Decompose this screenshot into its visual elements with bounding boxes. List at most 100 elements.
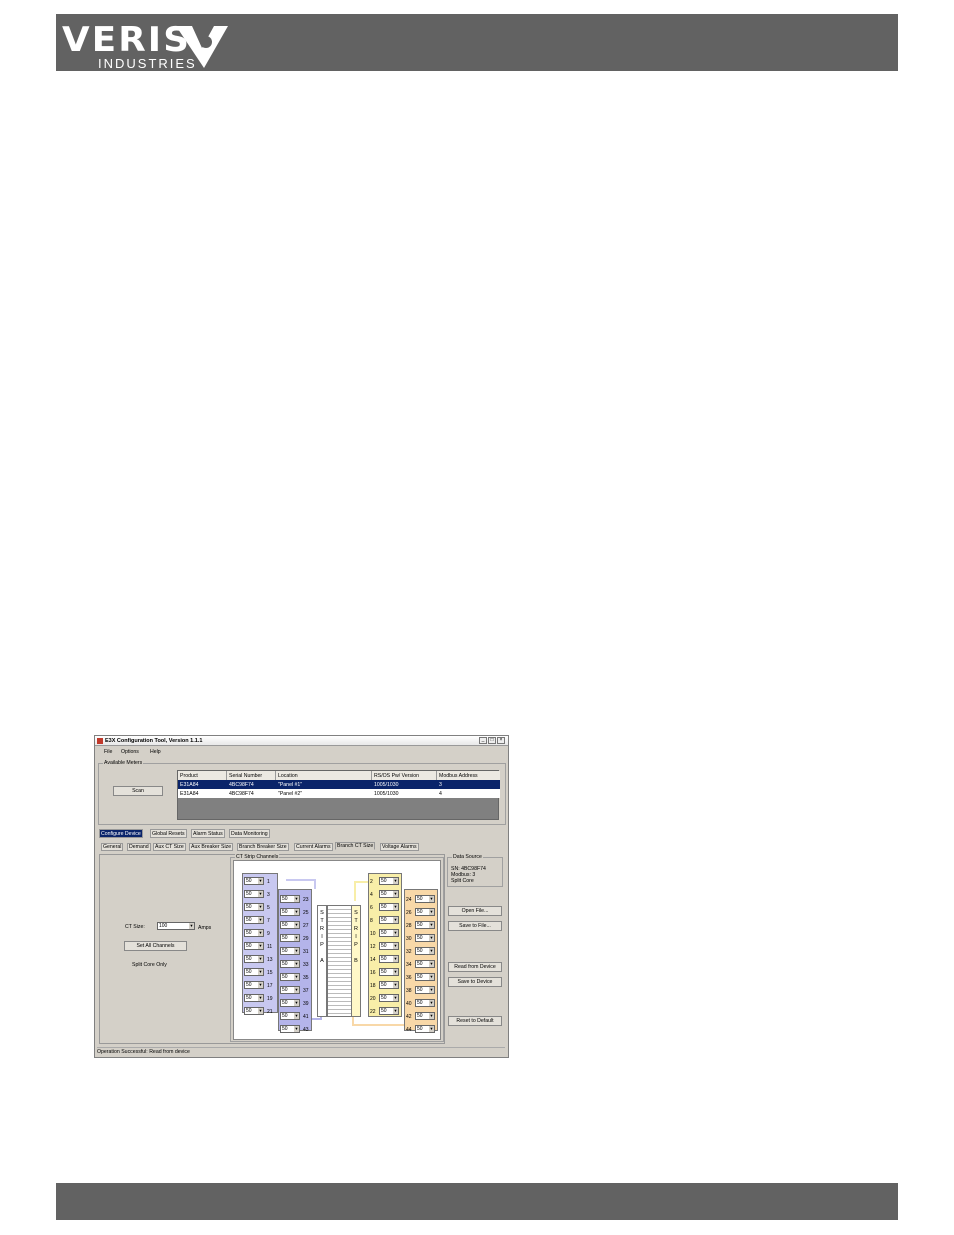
ct-channel-14-select[interactable]: 50 [379, 955, 399, 963]
tab-alarm-status[interactable]: Alarm Status [191, 829, 225, 838]
ct-channel-21-select[interactable]: 50 [244, 1007, 264, 1015]
ct-channel-43-label: 43 [303, 1027, 309, 1033]
col-version: RS/OS Pw/ Version [374, 773, 419, 779]
ct-channel-13-select[interactable]: 50 [244, 955, 264, 963]
set-all-channels-button[interactable]: Set All Channels [124, 941, 187, 951]
ct-channel-23-select[interactable]: 50 [280, 895, 300, 903]
strip-a-letters-char: R [320, 926, 324, 932]
tab-data-monitoring[interactable]: Data Monitoring [229, 829, 270, 838]
ct-channel-34-select[interactable]: 50 [415, 960, 435, 968]
table-row[interactable]: E31A84 4BC98F74 "Panel #2" 1005/1030 4 [178, 789, 500, 798]
ct-channel-15-select[interactable]: 50 [244, 968, 264, 976]
ct-channel-29-select[interactable]: 50 [280, 934, 300, 942]
table-header-row: Product Serial Number Location RS/OS Pw/… [178, 771, 500, 780]
ct-channel-1-select[interactable]: 50 [244, 877, 264, 885]
tab-configure-device[interactable]: Configure Device [99, 829, 143, 838]
ct-channel-33-label: 33 [303, 962, 309, 968]
ct-channel-11-select[interactable]: 50 [244, 942, 264, 950]
ct-channel-31-label: 31 [303, 949, 309, 955]
read-from-device-button[interactable]: Read from Device [448, 962, 502, 972]
ct-channel-17-select[interactable]: 50 [244, 981, 264, 989]
ct-channel-21-label: 21 [267, 1009, 273, 1015]
close-icon[interactable]: × [497, 737, 505, 744]
ct-size-label: CT Size: [125, 924, 145, 930]
ct-channel-43-select[interactable]: 50 [280, 1025, 300, 1033]
save-to-file-button[interactable]: Save to File... [448, 921, 502, 931]
menu-help[interactable]: Help [150, 749, 161, 755]
ct-channel-3-select[interactable]: 50 [244, 890, 264, 898]
minimize-icon[interactable]: _ [479, 737, 487, 744]
save-to-device-button[interactable]: Save to Device [448, 977, 502, 987]
ct-channel-26-select[interactable]: 50 [415, 908, 435, 916]
ct-channel-38-select[interactable]: 50 [415, 986, 435, 994]
ct-channel-25-select[interactable]: 50 [280, 908, 300, 916]
ct-channel-5-select[interactable]: 50 [244, 903, 264, 911]
ct-channel-37-select[interactable]: 50 [280, 986, 300, 994]
ct-channel-19-select[interactable]: 50 [244, 994, 264, 1002]
ct-channel-6-select[interactable]: 50 [379, 903, 399, 911]
ct-channel-41-label: 41 [303, 1014, 309, 1020]
ct-channel-27-label: 27 [303, 923, 309, 929]
ct-channel-8-select[interactable]: 50 [379, 916, 399, 924]
strip-a-letters-char: S [320, 910, 324, 916]
ct-channel-39-select[interactable]: 50 [280, 999, 300, 1007]
subtab-demand[interactable]: Demand [127, 843, 151, 851]
strip-a-letters-char: P [320, 942, 324, 948]
ct-channel-9-select[interactable]: 50 [244, 929, 264, 937]
window-title: E3X Configuration Tool, Version 1.1.1 [105, 738, 203, 744]
ct-channel-4-select[interactable]: 50 [379, 890, 399, 898]
ct-channel-30-label: 30 [406, 936, 412, 942]
ct-channel-39-label: 39 [303, 1001, 309, 1007]
subtab-current-alarms[interactable]: Current Alarms [294, 843, 333, 851]
ct-channel-16-select[interactable]: 50 [379, 968, 399, 976]
subtab-voltage-alarms[interactable]: Voltage Alarms [380, 843, 419, 851]
menu-file[interactable]: File [104, 749, 112, 755]
ct-channel-28-label: 28 [406, 923, 412, 929]
ct-channel-7-select[interactable]: 50 [244, 916, 264, 924]
ct-channel-33-select[interactable]: 50 [280, 960, 300, 968]
ct-channel-41-select[interactable]: 50 [280, 1012, 300, 1020]
ct-channel-20-select[interactable]: 50 [379, 994, 399, 1002]
tab-global-resets[interactable]: Global Resets [150, 829, 187, 838]
ct-channel-42-select[interactable]: 50 [415, 1012, 435, 1020]
strip-b-letters-char: R [354, 926, 358, 932]
ct-channel-18-select[interactable]: 50 [379, 981, 399, 989]
reset-to-default-button[interactable]: Reset to Default [448, 1016, 502, 1026]
data-source-core: Split Core [451, 878, 474, 884]
strip-a-letters-char: T [320, 918, 324, 924]
ct-channel-11-label: 11 [267, 944, 273, 950]
table-row[interactable]: E31A84 4BC98F74 "Panel #1" 1005/1030 3 [178, 780, 500, 789]
ct-channel-27-select[interactable]: 50 [280, 921, 300, 929]
maximize-icon[interactable]: □ [488, 737, 496, 744]
col-modbus: Modbus Address [439, 773, 478, 779]
data-source-group: Data Source SN: 4BC98F74 Modbus: 3 Split… [447, 854, 503, 887]
menu-options[interactable]: Options [121, 749, 139, 755]
subtab-branch-ct-size[interactable]: Branch CT Size [335, 842, 376, 850]
subtab-aux-ct-size[interactable]: Aux CT Size [153, 843, 186, 851]
open-file-button[interactable]: Open File... [448, 906, 502, 916]
ct-channel-20-label: 20 [370, 996, 376, 1002]
ct-channel-10-select[interactable]: 50 [379, 929, 399, 937]
ct-channel-30-select[interactable]: 50 [415, 934, 435, 942]
ct-channel-36-select[interactable]: 50 [415, 973, 435, 981]
scan-button[interactable]: Scan [113, 786, 163, 796]
ct-channel-28-select[interactable]: 50 [415, 921, 435, 929]
ct-channel-32-select[interactable]: 50 [415, 947, 435, 955]
subtab-aux-breaker-size[interactable]: Aux Breaker Size [189, 843, 234, 851]
ct-channel-31-select[interactable]: 50 [280, 947, 300, 955]
ct-size-select[interactable]: 100 [157, 922, 195, 930]
ct-channel-44-select[interactable]: 50 [415, 1025, 435, 1033]
subtab-general[interactable]: General [101, 843, 124, 851]
ct-channel-32-label: 32 [406, 949, 412, 955]
ct-channel-12-select[interactable]: 50 [379, 942, 399, 950]
subtab-branch-breaker-size[interactable]: Branch Breaker Size [237, 843, 289, 851]
app-icon [97, 738, 103, 744]
ct-channel-35-select[interactable]: 50 [280, 973, 300, 981]
ct-channel-9-label: 9 [267, 931, 270, 937]
ct-channel-40-select[interactable]: 50 [415, 999, 435, 1007]
ct-channel-2-select[interactable]: 50 [379, 877, 399, 885]
ct-channel-1-label: 1 [267, 879, 270, 885]
ct-channel-37-label: 37 [303, 988, 309, 994]
ct-channel-24-select[interactable]: 50 [415, 895, 435, 903]
ct-channel-22-select[interactable]: 50 [379, 1007, 399, 1015]
